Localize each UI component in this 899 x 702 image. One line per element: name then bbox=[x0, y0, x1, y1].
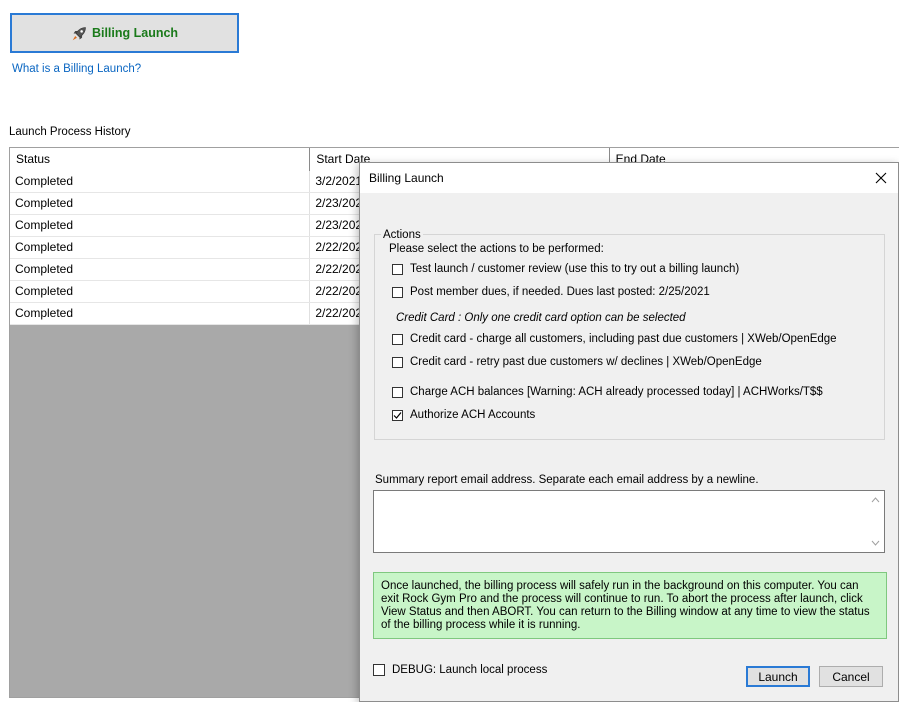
test-launch-label: Test launch / customer review (use this … bbox=[410, 263, 740, 275]
debug-checkbox[interactable] bbox=[373, 664, 385, 676]
actions-prompt: Please select the actions to be performe… bbox=[389, 243, 604, 255]
what-is-billing-launch-link[interactable]: What is a Billing Launch? bbox=[12, 63, 141, 75]
status-cell: Completed bbox=[10, 281, 311, 302]
debug-option[interactable]: DEBUG: Launch local process bbox=[373, 664, 547, 676]
post-dues-label: Post member dues, if needed. Dues last p… bbox=[410, 286, 710, 298]
email-label: Summary report email address. Separate e… bbox=[375, 474, 759, 486]
cc-charge-all-option[interactable]: Credit card - charge all customers, incl… bbox=[392, 333, 837, 345]
ach-charge-label: Charge ACH balances [Warning: ACH alread… bbox=[410, 386, 823, 398]
billing-launch-button[interactable]: Billing Launch bbox=[10, 13, 239, 53]
email-scrollbar[interactable] bbox=[867, 491, 884, 552]
close-button[interactable] bbox=[870, 167, 892, 189]
ach-charge-option[interactable]: Charge ACH balances [Warning: ACH alread… bbox=[392, 386, 823, 398]
post-dues-checkbox[interactable] bbox=[392, 286, 403, 298]
ach-authorize-label: Authorize ACH Accounts bbox=[410, 409, 536, 421]
ach-authorize-checkbox[interactable] bbox=[392, 409, 403, 421]
actions-legend: Actions bbox=[381, 229, 423, 241]
test-launch-checkbox[interactable] bbox=[392, 263, 403, 275]
ach-charge-checkbox[interactable] bbox=[392, 386, 403, 398]
status-cell: Completed bbox=[10, 237, 311, 258]
billing-launch-dialog: Billing Launch Actions Please select the… bbox=[359, 162, 899, 702]
checkmark-icon bbox=[393, 411, 402, 419]
status-cell: Completed bbox=[10, 171, 311, 192]
debug-label: DEBUG: Launch local process bbox=[392, 664, 548, 676]
cc-charge-all-checkbox[interactable] bbox=[392, 333, 403, 345]
post-dues-option[interactable]: Post member dues, if needed. Dues last p… bbox=[392, 286, 710, 298]
cc-retry-option[interactable]: Credit card - retry past due customers w… bbox=[392, 356, 762, 368]
cc-retry-checkbox[interactable] bbox=[392, 356, 403, 368]
close-icon bbox=[875, 172, 887, 184]
dialog-titlebar[interactable]: Billing Launch bbox=[360, 163, 898, 193]
column-header-status[interactable]: Status bbox=[10, 148, 311, 171]
ach-authorize-option[interactable]: Authorize ACH Accounts bbox=[392, 409, 535, 421]
status-cell: Completed bbox=[10, 303, 311, 324]
scroll-down-icon[interactable] bbox=[867, 536, 884, 550]
info-message: Once launched, the billing process will … bbox=[373, 572, 887, 639]
email-textarea[interactable] bbox=[373, 490, 885, 553]
cc-retry-label: Credit card - retry past due customers w… bbox=[410, 356, 762, 368]
status-cell: Completed bbox=[10, 193, 311, 214]
credit-card-note: Credit Card : Only one credit card optio… bbox=[396, 312, 686, 324]
scroll-up-icon[interactable] bbox=[867, 493, 884, 507]
rocket-icon bbox=[72, 26, 86, 40]
status-cell: Completed bbox=[10, 215, 311, 236]
dialog-title: Billing Launch bbox=[369, 171, 444, 185]
cancel-button[interactable]: Cancel bbox=[819, 666, 883, 687]
cc-charge-all-label: Credit card - charge all customers, incl… bbox=[410, 333, 837, 345]
test-launch-option[interactable]: Test launch / customer review (use this … bbox=[392, 263, 739, 275]
status-cell: Completed bbox=[10, 259, 311, 280]
launch-history-label: Launch Process History bbox=[9, 126, 131, 138]
launch-button[interactable]: Launch bbox=[746, 666, 810, 687]
billing-launch-label: Billing Launch bbox=[91, 26, 179, 40]
